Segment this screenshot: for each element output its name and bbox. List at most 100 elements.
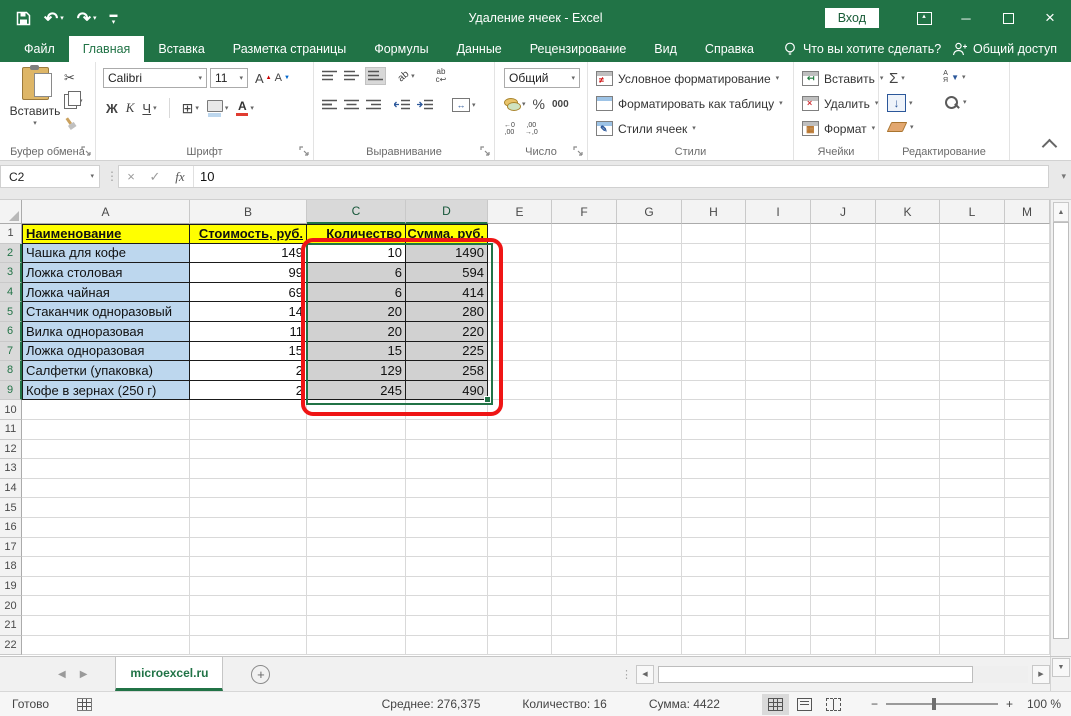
cell-C3[interactable]: 6 (307, 263, 406, 283)
cell-L21[interactable] (940, 616, 1005, 636)
cell-F17[interactable] (552, 538, 617, 558)
cell-B10[interactable] (190, 400, 307, 420)
cell-L18[interactable] (940, 557, 1005, 577)
cell-M19[interactable] (1005, 577, 1050, 597)
cell-I19[interactable] (746, 577, 811, 597)
cell-E6[interactable] (488, 322, 552, 342)
cell-B4[interactable]: 69 (190, 283, 307, 303)
cell-L8[interactable] (940, 361, 1005, 381)
cell-A12[interactable] (22, 440, 190, 460)
column-header-K[interactable]: K (876, 200, 940, 224)
cancel-button[interactable]: × (119, 169, 143, 184)
cell-F19[interactable] (552, 577, 617, 597)
cell-H13[interactable] (682, 459, 746, 479)
cell-B2[interactable]: 149 (190, 244, 307, 264)
decrease-indent-button[interactable] (394, 99, 410, 111)
clear-button[interactable]: ▾ (889, 122, 914, 132)
cell-L12[interactable] (940, 440, 1005, 460)
cell-D13[interactable] (406, 459, 488, 479)
scroll-right-button[interactable]: ▶ (1032, 665, 1050, 684)
cell-D12[interactable] (406, 440, 488, 460)
cell-C5[interactable]: 20 (307, 302, 406, 322)
cell-J10[interactable] (811, 400, 876, 420)
cell-L6[interactable] (940, 322, 1005, 342)
font-color-button[interactable]: А▾ (236, 100, 254, 116)
cell-E1[interactable] (488, 224, 552, 244)
align-middle-button[interactable] (344, 70, 359, 82)
cell-I4[interactable] (746, 283, 811, 303)
cell-I20[interactable] (746, 596, 811, 616)
cell-B12[interactable] (190, 440, 307, 460)
column-header-B[interactable]: B (190, 200, 307, 224)
cell-F1[interactable] (552, 224, 617, 244)
row-header-19[interactable]: 19 (0, 577, 22, 597)
cell-F4[interactable] (552, 283, 617, 303)
enter-button[interactable]: ✓ (143, 169, 167, 185)
cell-G15[interactable] (617, 498, 682, 518)
cell-D6[interactable]: 220 (406, 322, 488, 342)
cell-F6[interactable] (552, 322, 617, 342)
cell-C12[interactable] (307, 440, 406, 460)
share-button[interactable]: Общий доступ (952, 36, 1057, 62)
cell-E9[interactable] (488, 381, 552, 401)
cell-J17[interactable] (811, 538, 876, 558)
cell-K8[interactable] (876, 361, 940, 381)
cell-G14[interactable] (617, 479, 682, 499)
cell-L7[interactable] (940, 342, 1005, 362)
cell-J12[interactable] (811, 440, 876, 460)
cell-H15[interactable] (682, 498, 746, 518)
cell-E16[interactable] (488, 518, 552, 538)
cell-A9[interactable]: Кофе в зернах (250 г) (22, 381, 190, 401)
cell-M4[interactable] (1005, 283, 1050, 303)
row-header-16[interactable]: 16 (0, 518, 22, 538)
cell-E19[interactable] (488, 577, 552, 597)
cell-J20[interactable] (811, 596, 876, 616)
row-header-5[interactable]: 5 (0, 302, 22, 322)
cell-J16[interactable] (811, 518, 876, 538)
tell-me-box[interactable]: Что вы хотите сделать? (784, 36, 941, 62)
cell-C14[interactable] (307, 479, 406, 499)
cell-G17[interactable] (617, 538, 682, 558)
italic-button[interactable]: К (126, 100, 135, 116)
cell-K14[interactable] (876, 479, 940, 499)
cell-G22[interactable] (617, 636, 682, 656)
tab-strip-splitter[interactable]: ⋮ (621, 668, 632, 681)
cell-G19[interactable] (617, 577, 682, 597)
cell-B14[interactable] (190, 479, 307, 499)
row-header-9[interactable]: 9 (0, 381, 22, 401)
cell-L20[interactable] (940, 596, 1005, 616)
cell-I13[interactable] (746, 459, 811, 479)
cell-L1[interactable] (940, 224, 1005, 244)
cell-C17[interactable] (307, 538, 406, 558)
accessibility-checker-icon[interactable] (77, 698, 92, 711)
cell-K15[interactable] (876, 498, 940, 518)
cell-C7[interactable]: 15 (307, 342, 406, 362)
row-header-14[interactable]: 14 (0, 479, 22, 499)
zoom-in-button[interactable]: + (1006, 697, 1013, 711)
insert-function-button[interactable]: fx (167, 169, 193, 185)
cell-M14[interactable] (1005, 479, 1050, 499)
cell-F16[interactable] (552, 518, 617, 538)
cell-B16[interactable] (190, 518, 307, 538)
cell-I3[interactable] (746, 263, 811, 283)
cell-L17[interactable] (940, 538, 1005, 558)
sheet-tab-active[interactable]: microexcel.ru (115, 657, 223, 691)
cell-A13[interactable] (22, 459, 190, 479)
clipboard-dialog-launcher[interactable] (81, 146, 91, 156)
format-cells-button[interactable]: ▦ Формат ▾ (802, 121, 875, 136)
row-header-12[interactable]: 12 (0, 440, 22, 460)
cell-H4[interactable] (682, 283, 746, 303)
cell-H3[interactable] (682, 263, 746, 283)
cell-F3[interactable] (552, 263, 617, 283)
cell-L19[interactable] (940, 577, 1005, 597)
cell-J5[interactable] (811, 302, 876, 322)
cell-G10[interactable] (617, 400, 682, 420)
cell-J15[interactable] (811, 498, 876, 518)
bold-button[interactable]: Ж (106, 101, 118, 116)
column-header-E[interactable]: E (488, 200, 552, 224)
cell-D8[interactable]: 258 (406, 361, 488, 381)
customize-qat-button[interactable]: ▬▾ (110, 11, 118, 26)
cell-I12[interactable] (746, 440, 811, 460)
cell-J1[interactable] (811, 224, 876, 244)
cell-E11[interactable] (488, 420, 552, 440)
